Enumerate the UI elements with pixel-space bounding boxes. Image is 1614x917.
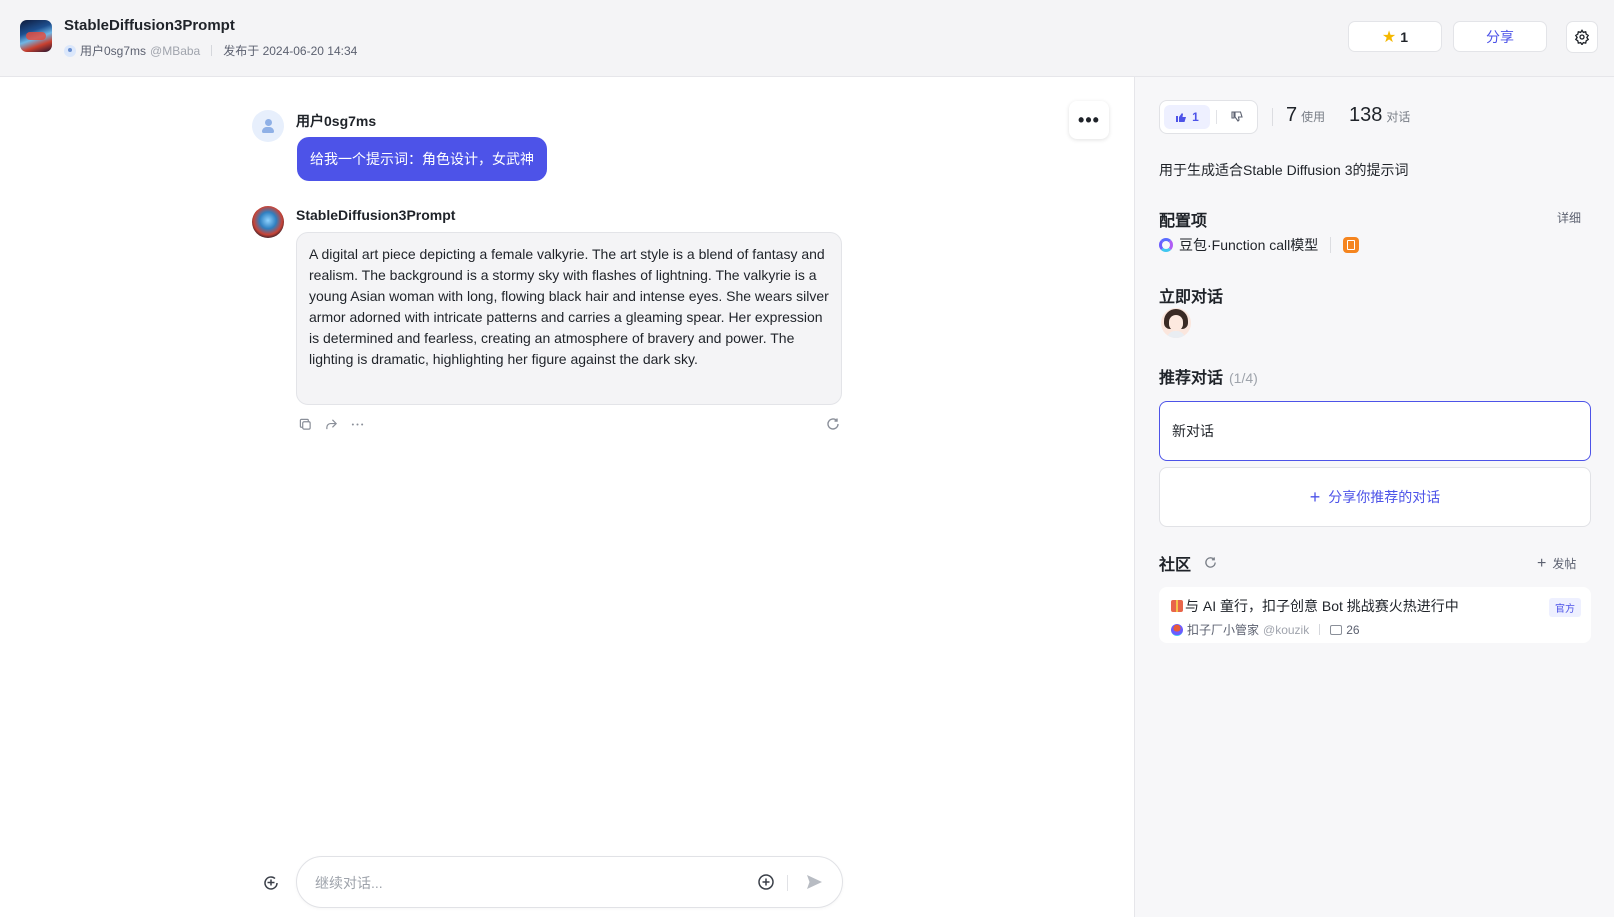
recommended-title: 推荐对话 (1/4) [1159, 364, 1258, 388]
plugin-icon[interactable] [1343, 237, 1360, 253]
community-post-card[interactable]: 与 AI 童行，扣子创意 Bot 挑战赛火热进行中 官方 扣子厂小管家 @kou… [1159, 587, 1591, 643]
chat-input[interactable] [315, 872, 715, 894]
like-button[interactable]: 1 [1164, 105, 1210, 129]
chat-input-box[interactable] [296, 856, 843, 908]
comment-icon [1330, 624, 1343, 635]
meta-divider [211, 45, 213, 56]
copy-icon[interactable] [298, 417, 312, 431]
model-divider [1330, 237, 1332, 253]
conversation-count: 138 [1349, 104, 1383, 126]
plus-icon: + [1309, 487, 1321, 507]
config-detail-link[interactable]: 详细 [1557, 209, 1581, 226]
persona-body [1167, 331, 1185, 338]
recommended-title-text: 推荐对话 [1159, 370, 1224, 387]
user-message-name: 用户0sg7ms [296, 113, 377, 129]
share-recommended-button[interactable]: + 分享你推荐的对话 [1159, 467, 1591, 527]
star-button[interactable]: ★ 1 [1348, 21, 1442, 52]
bot-avatar [252, 206, 284, 238]
conversation-label: 对话 [1386, 110, 1411, 124]
star-icon: ★ [1381, 28, 1397, 46]
community-meta-divider [1319, 624, 1321, 635]
bot-logo [20, 20, 52, 52]
usage-count: 7 [1286, 104, 1298, 126]
community-title: 社区 [1159, 557, 1192, 574]
usage-stat: 7 使用 [1286, 104, 1325, 127]
message-actions [298, 417, 364, 431]
top-header: StableDiffusion3Prompt 用户0sg7ms @MBaba 发… [0, 0, 1614, 77]
publish-date: 发布于 2024-06-20 14:34 [223, 44, 358, 58]
usage-label: 使用 [1301, 110, 1326, 124]
gift-icon [1171, 600, 1183, 612]
more-icon[interactable] [350, 417, 364, 431]
post-label: 发帖 [1552, 557, 1577, 571]
like-count: 1 [1192, 110, 1199, 124]
community-post-author: 扣子厂小管家 [1187, 623, 1260, 637]
chat-area [0, 77, 1134, 917]
user-avatar [252, 110, 284, 142]
config-title: 配置项 [1159, 213, 1208, 230]
author-handle: @MBaba [150, 43, 201, 58]
official-badge: 官方 [1549, 598, 1581, 617]
share-icon[interactable] [324, 417, 338, 431]
community-post-title: 与 AI 童行，扣子创意 Bot 挑战赛火热进行中 [1185, 598, 1459, 614]
regenerate-icon[interactable] [826, 417, 840, 431]
vote-group: 1 [1159, 100, 1258, 134]
community-post-handle: @kouzik [1263, 622, 1310, 637]
chat-now-title: 立即对话 [1159, 289, 1224, 306]
bot-message-name: StableDiffusion3Prompt [296, 207, 456, 223]
bot-description: 用于生成适合Stable Diffusion 3的提示词 [1159, 162, 1409, 178]
star-count: 1 [1400, 28, 1409, 45]
bot-meta: 用户0sg7ms @MBaba 发布于 2024-06-20 14:34 [64, 42, 357, 59]
gear-icon [1574, 29, 1590, 45]
model-name: 豆包·Function call模型 [1179, 237, 1319, 253]
add-attachment-icon[interactable] [757, 873, 775, 891]
user-message-bubble: 给我一个提示词：角色设计，女武神 [297, 137, 547, 181]
doubao-model-icon [1159, 238, 1173, 252]
input-divider [787, 875, 788, 891]
author-name[interactable]: 用户0sg7ms [80, 42, 146, 59]
model-row: 豆包·Function call模型 [1159, 235, 1360, 255]
persona-avatar[interactable] [1161, 308, 1191, 338]
community-post-meta: 扣子厂小管家 @kouzik 26 [1171, 621, 1579, 638]
post-button[interactable]: + 发帖 [1537, 555, 1576, 572]
plus-icon: + [1537, 554, 1547, 572]
thumbs-down-icon [1231, 111, 1243, 122]
settings-button[interactable] [1566, 21, 1598, 53]
share-recommended-label: 分享你推荐的对话 [1328, 489, 1441, 505]
vote-divider [1216, 110, 1217, 124]
recommended-count: (1/4) [1229, 370, 1258, 386]
persona-face [1169, 315, 1183, 331]
share-button[interactable]: 分享 [1453, 21, 1547, 52]
recommended-conversation-item[interactable]: 新对话 [1159, 401, 1591, 461]
kouzi-avatar-icon [1171, 623, 1183, 636]
conversation-stat: 138 对话 [1349, 104, 1410, 127]
thumbs-up-icon [1176, 113, 1187, 122]
author-avatar [64, 44, 76, 57]
bot-message-bubble: A digital art piece depicting a female v… [296, 232, 842, 405]
new-chat-icon[interactable] [262, 874, 280, 892]
community-post-comments: 26 [1346, 622, 1360, 637]
chat-more-button[interactable]: ••• [1069, 101, 1109, 139]
community-post-title-row: 与 AI 童行，扣子创意 Bot 挑战赛火热进行中 [1171, 596, 1579, 616]
send-icon[interactable] [805, 873, 823, 891]
stats-divider [1272, 108, 1273, 126]
dislike-button[interactable] [1228, 109, 1246, 125]
refresh-icon[interactable] [1204, 556, 1218, 570]
bot-title: StableDiffusion3Prompt [64, 17, 235, 34]
